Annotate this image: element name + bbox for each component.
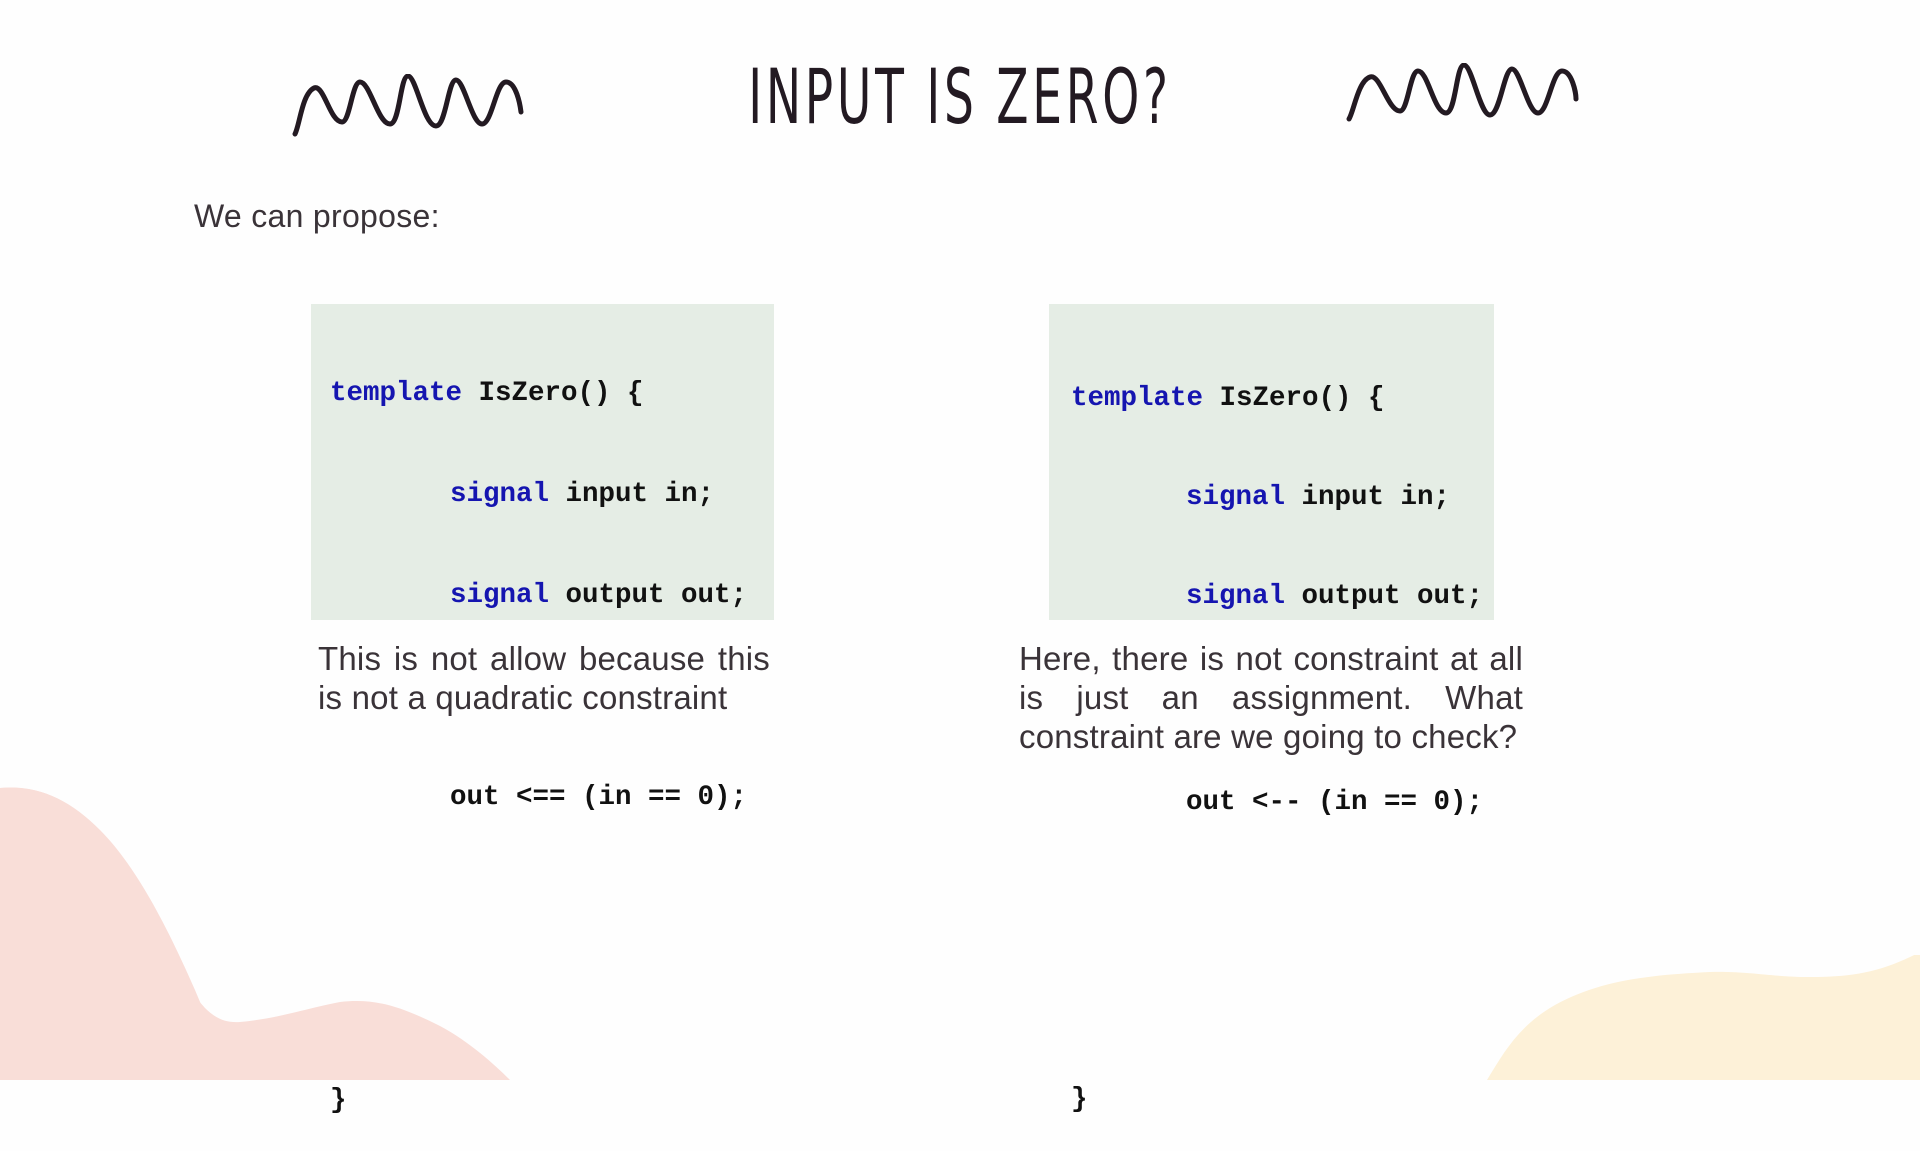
code-text: out <-- (in == 0);	[1186, 787, 1484, 818]
code-keyword: template	[1071, 383, 1204, 414]
code-text: input in;	[1285, 482, 1451, 513]
code-text: output out;	[549, 580, 748, 611]
code-line: out <== (in == 0);	[330, 778, 774, 817]
code-text: output out;	[1285, 581, 1484, 612]
code-keyword: signal	[450, 479, 550, 510]
code-text: IsZero() {	[1203, 383, 1385, 414]
code-line: signal input in;	[330, 475, 774, 514]
code-line: signal input in;	[1071, 479, 1494, 516]
code-text: input in;	[549, 479, 715, 510]
code-keyword: signal	[1186, 581, 1286, 612]
caption-left: This is not allow because this is not a …	[318, 640, 770, 716]
code-line: template IsZero() {	[330, 374, 774, 413]
code-line: }	[1071, 1081, 1494, 1118]
slide-title: INPUT IS ZERO?	[748, 52, 1172, 141]
code-keyword: signal	[1186, 482, 1286, 513]
code-keyword: template	[330, 378, 463, 409]
code-block-right: template IsZero() { signal input in; sig…	[1049, 304, 1494, 1115]
code-block-left: template IsZero() { signal input in; sig…	[311, 304, 774, 1116]
code-line: out <-- (in == 0);	[1071, 784, 1494, 821]
code-text: out <== (in == 0);	[450, 782, 748, 813]
decorative-blob-bottom-right	[1487, 955, 1920, 1080]
code-line: template IsZero() {	[1071, 380, 1494, 417]
code-text: }	[330, 1085, 347, 1116]
code-line: signal output out;	[1071, 578, 1494, 615]
code-keyword: signal	[450, 580, 550, 611]
caption-right: Here, there is not constraint at all is …	[1019, 640, 1523, 755]
code-line: }	[330, 1081, 774, 1120]
code-line: signal output out;	[330, 576, 774, 615]
intro-text: We can propose:	[194, 198, 440, 234]
code-text: }	[1071, 1084, 1088, 1115]
code-text: IsZero() {	[462, 378, 644, 409]
